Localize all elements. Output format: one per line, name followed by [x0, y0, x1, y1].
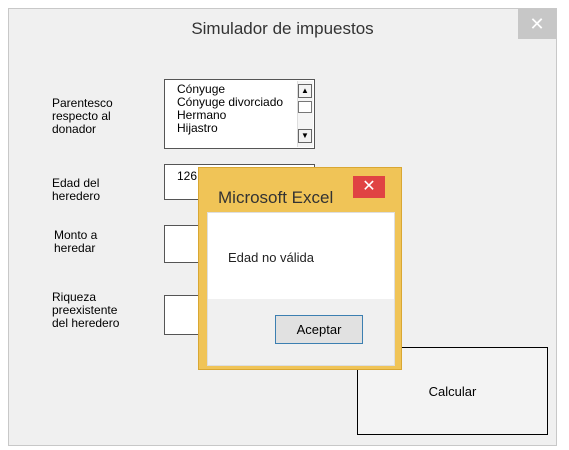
- msgbox-message: Edad no válida: [228, 250, 315, 265]
- parentesco-listbox[interactable]: Cónyuge Cónyuge divorciado Hermano Hijas…: [164, 79, 315, 149]
- aceptar-button[interactable]: Aceptar: [275, 315, 363, 344]
- scroll-thumb[interactable]: [298, 101, 312, 113]
- excel-message-box: Microsoft Excel ✕ Edad no válida Aceptar: [198, 167, 402, 370]
- calcular-label: Calcular: [428, 383, 477, 399]
- listbox-scrollbar[interactable]: ▲ ▼: [297, 81, 313, 147]
- arrow-up-icon: ▲: [301, 86, 309, 95]
- msgbox-body: Edad no válida Aceptar: [207, 212, 395, 366]
- form-title: Simulador de impuestos: [191, 19, 374, 38]
- list-item[interactable]: Hermano: [177, 109, 296, 122]
- msgbox-title: Microsoft Excel: [218, 188, 334, 207]
- list-item[interactable]: Hijastro: [177, 122, 296, 135]
- arrow-down-icon: ▼: [301, 131, 309, 140]
- list-item[interactable]: Cónyuge divorciado: [177, 96, 296, 109]
- label-edad: Edad del heredero: [52, 176, 101, 203]
- scroll-up-button[interactable]: ▲: [298, 84, 312, 98]
- label-parentesco: Parentesco respecto al donador: [52, 96, 113, 136]
- msgbox-close-button[interactable]: ✕: [353, 176, 385, 198]
- form-close-button[interactable]: ✕: [518, 9, 556, 39]
- list-item[interactable]: Cónyuge: [177, 83, 296, 96]
- aceptar-label: Aceptar: [296, 322, 342, 337]
- msgbox-footer: Aceptar: [208, 299, 394, 365]
- label-riqueza: Riqueza preexistente del heredero: [52, 290, 120, 330]
- scroll-down-button[interactable]: ▼: [298, 129, 312, 143]
- label-monto: Monto a heredar: [54, 228, 98, 255]
- close-icon: ✕: [529, 14, 545, 34]
- close-icon: ✕: [362, 178, 376, 195]
